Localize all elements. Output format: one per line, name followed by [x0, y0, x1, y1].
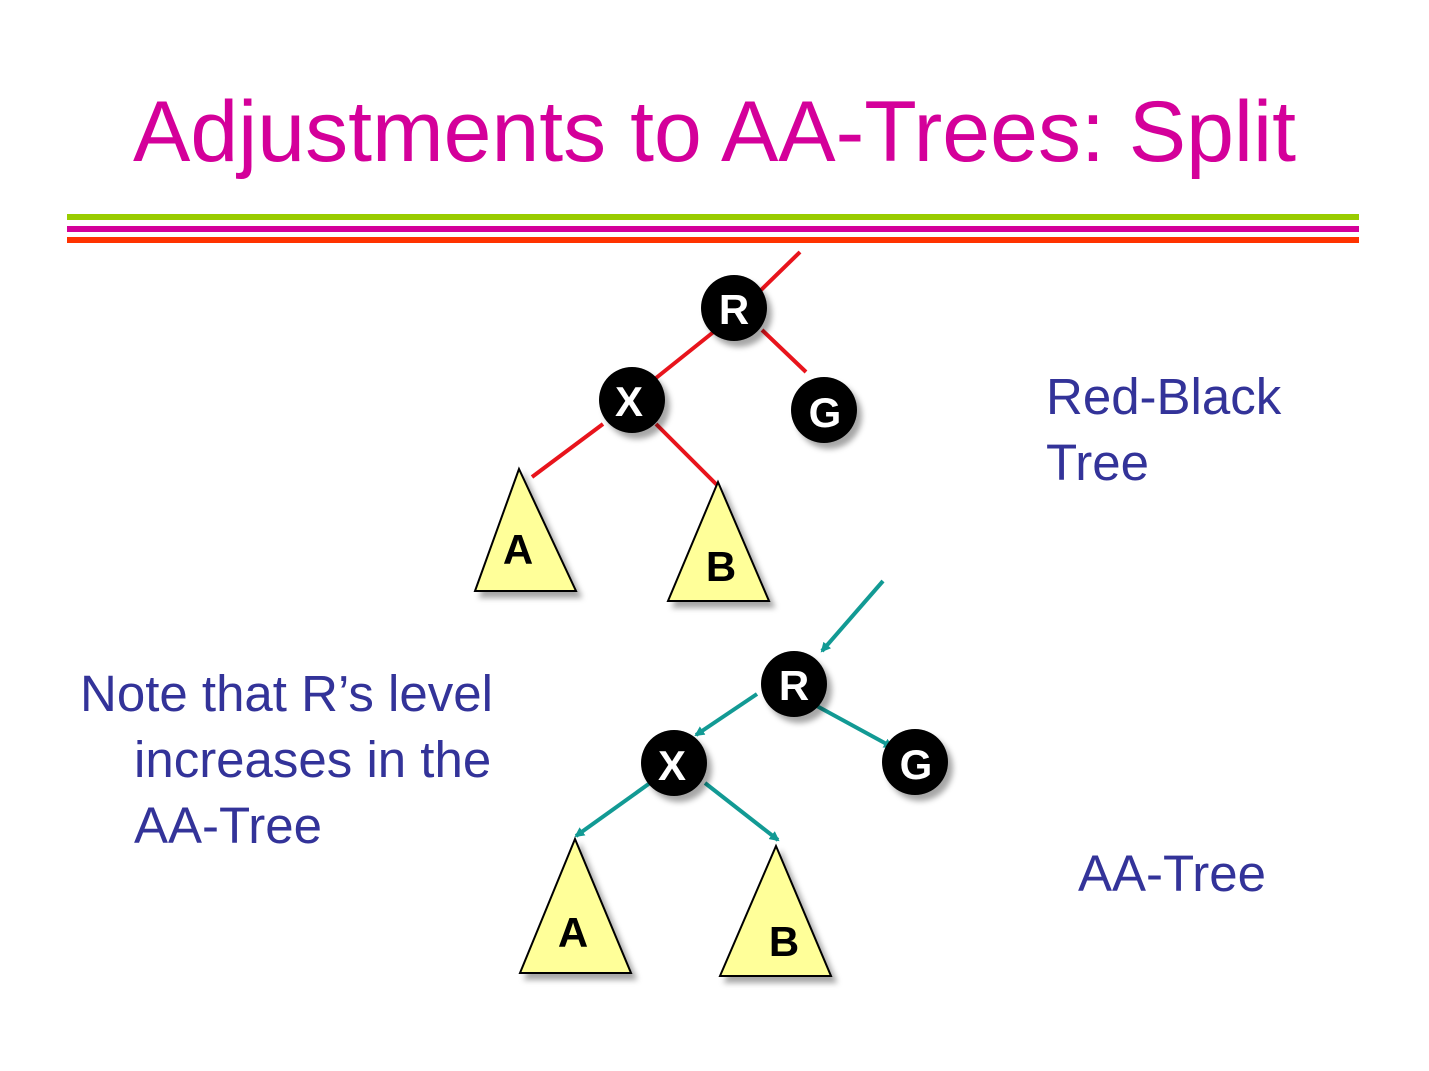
aa-link-r-x	[694, 692, 759, 737]
rb-node-g-label: G	[809, 389, 842, 436]
red-black-tree: A B R X G	[473, 250, 857, 602]
aa-link-x-a	[574, 781, 652, 838]
aa-subtree-a-label: A	[558, 909, 588, 956]
aa-node-x-label: X	[658, 742, 686, 789]
rb-parent-link	[758, 250, 802, 293]
rule-bottom	[67, 237, 1359, 243]
rb-subtree-b-label: B	[706, 543, 736, 590]
rb-node-r-label: R	[719, 286, 749, 333]
note-text: Note that R’s level increases in the AA-…	[80, 665, 493, 854]
aa-subtree-b-label: B	[769, 918, 799, 965]
rb-node-x-label: X	[615, 378, 643, 425]
rb-link-r-x	[654, 328, 718, 380]
diagram-canvas: A B R X G A B R X G	[67, 214, 1359, 977]
aa-node-g-label: G	[900, 741, 933, 788]
aa-link-x-b	[703, 781, 780, 842]
rb-link-x-b	[654, 422, 720, 488]
title-rules	[67, 214, 1359, 243]
red-black-tree-caption: Red-Black Tree	[1046, 368, 1282, 491]
rule-middle	[67, 226, 1359, 232]
aa-parent-link	[820, 579, 885, 653]
rb-link-r-g	[760, 328, 808, 374]
aa-link-r-g	[814, 703, 894, 749]
aa-tree: A B R X G	[518, 579, 948, 977]
rule-top	[67, 214, 1359, 220]
aa-node-r-label: R	[779, 662, 809, 709]
rb-link-x-a	[530, 422, 605, 479]
rb-subtree-a-label: A	[503, 526, 533, 573]
aa-tree-caption: AA-Tree	[1078, 845, 1266, 902]
